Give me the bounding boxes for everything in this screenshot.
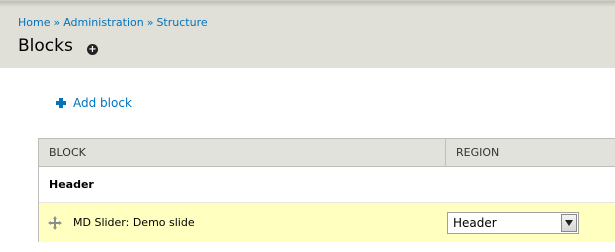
breadcrumb-separator: » <box>146 16 154 29</box>
add-shortcut-icon[interactable]: + <box>87 44 98 55</box>
column-header-region: REGION <box>456 146 500 159</box>
chevron-down-icon[interactable] <box>561 213 577 232</box>
table-header: BLOCK REGION <box>39 139 615 167</box>
block-name: MD Slider: Demo slide <box>73 216 195 229</box>
page-header: Home» Administration» Structure Blocks + <box>0 0 615 68</box>
add-block-label: Add block <box>73 96 132 110</box>
breadcrumb-home-link[interactable]: Home <box>18 16 50 29</box>
region-select[interactable]: Header <box>447 211 579 234</box>
column-header-block: BLOCK <box>39 139 446 166</box>
table-row: MD Slider: Demo slide Header <box>39 203 615 242</box>
breadcrumb-separator: » <box>53 16 61 29</box>
add-block-link[interactable]: Add block <box>56 96 132 110</box>
breadcrumb-structure-link[interactable]: Structure <box>156 16 207 29</box>
region-group-title: Header <box>39 167 615 203</box>
blocks-table: BLOCK REGION Header MD Slider: Demo slid… <box>38 138 615 242</box>
page-title: Blocks <box>18 36 73 56</box>
breadcrumb: Home» Administration» Structure <box>18 16 208 29</box>
drag-handle-icon[interactable] <box>48 215 62 230</box>
plus-icon <box>56 98 66 108</box>
breadcrumb-administration-link[interactable]: Administration <box>63 16 144 29</box>
region-select-value: Header <box>453 215 497 230</box>
